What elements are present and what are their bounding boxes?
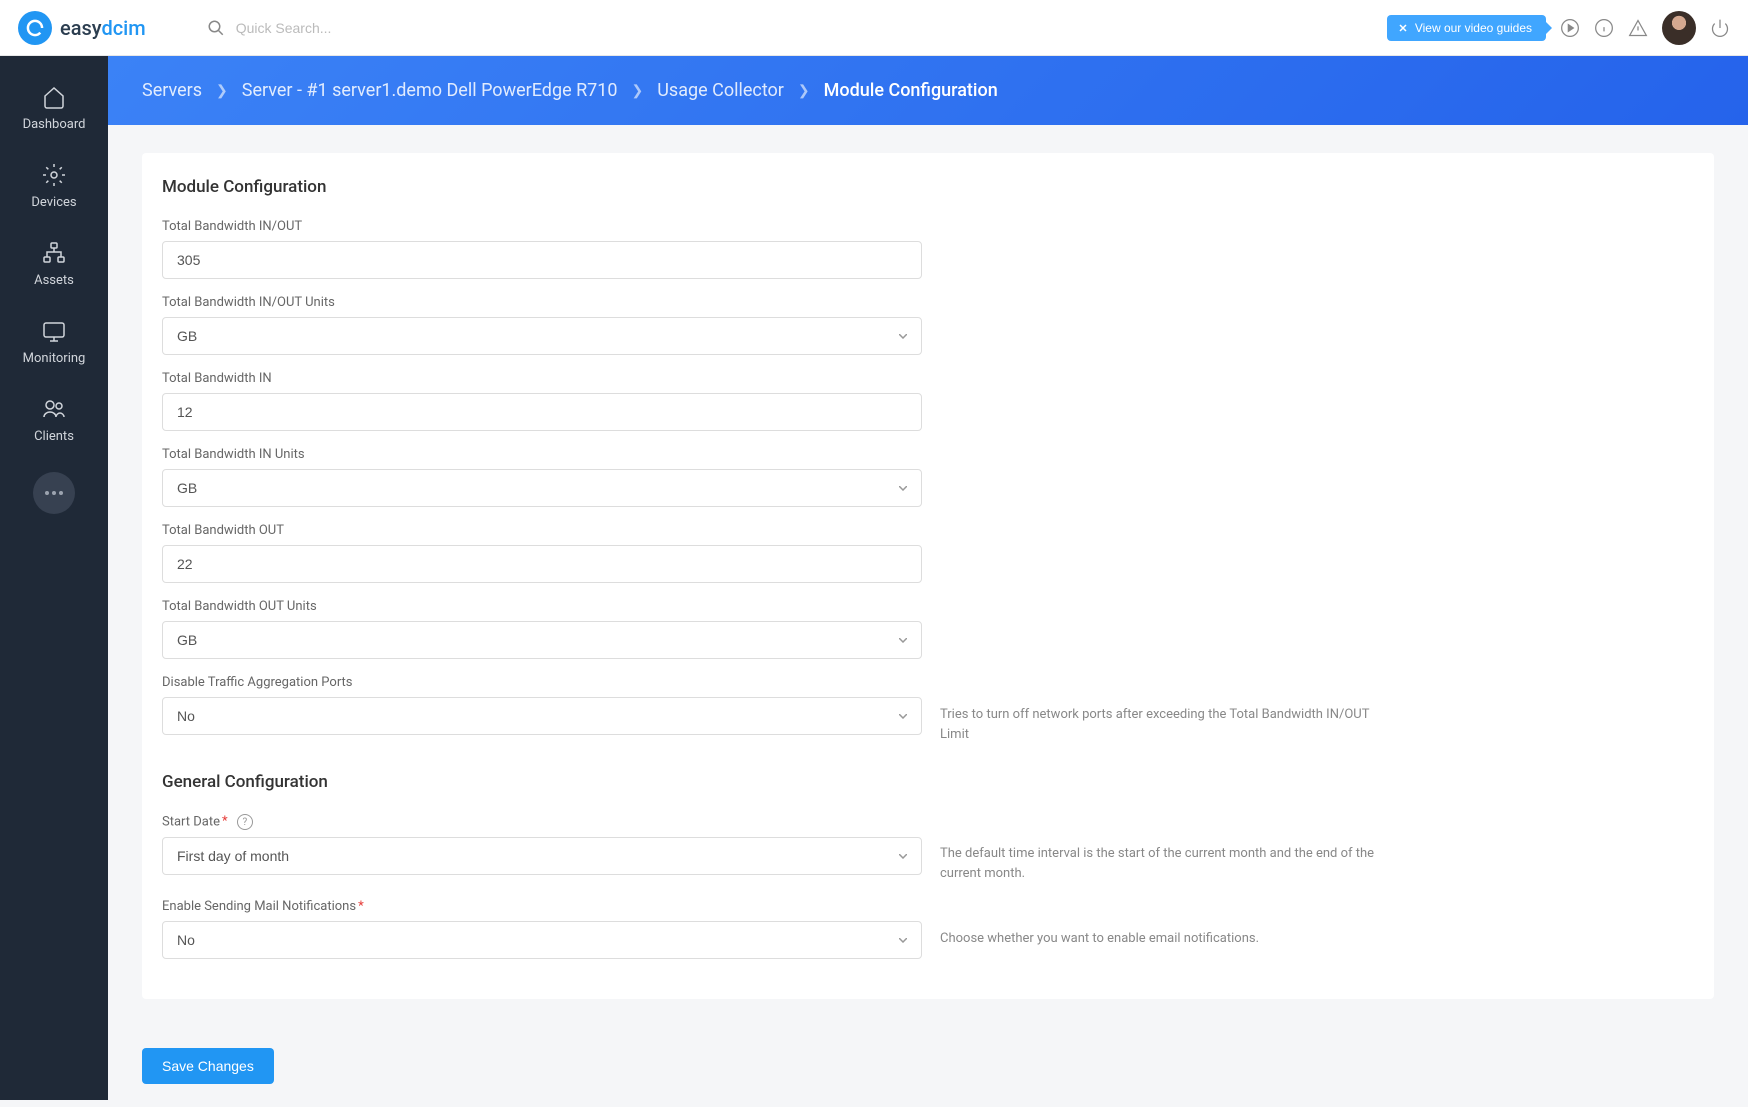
- chevron-right-icon: ❯: [798, 83, 810, 99]
- breadcrumb-item-current: Module Configuration: [824, 80, 998, 101]
- info-icon[interactable]: [1594, 18, 1614, 38]
- sidebar-item-assets[interactable]: Assets: [0, 230, 108, 298]
- breadcrumb: Servers ❯ Server - #1 server1.demo Dell …: [108, 56, 1748, 125]
- general-section-title: General Configuration: [162, 772, 1694, 792]
- sidebar-item-clients[interactable]: Clients: [0, 386, 108, 454]
- breadcrumb-item-server[interactable]: Server - #1 server1.demo Dell PowerEdge …: [242, 80, 618, 101]
- label-total-bw-inout-units: Total Bandwidth IN/OUT Units: [162, 295, 922, 310]
- sidebar-more-button[interactable]: [33, 472, 75, 514]
- label-total-bw-inout: Total Bandwidth IN/OUT: [162, 219, 922, 234]
- logo-text: easydcim: [60, 16, 146, 40]
- sidebar-item-label: Dashboard: [23, 117, 86, 132]
- search-icon[interactable]: [206, 18, 226, 38]
- label-total-bw-out: Total Bandwidth OUT: [162, 523, 922, 538]
- select-disable-traffic-agg[interactable]: No: [162, 697, 922, 735]
- label-disable-traffic-agg: Disable Traffic Aggregation Ports: [162, 675, 922, 690]
- label-total-bw-out-units: Total Bandwidth OUT Units: [162, 599, 922, 614]
- save-button[interactable]: Save Changes: [142, 1048, 274, 1084]
- select-total-bw-in-units[interactable]: GB: [162, 469, 922, 507]
- header-right: View our video guides: [1387, 11, 1730, 45]
- sidebar-item-label: Clients: [34, 429, 74, 444]
- input-total-bw-out[interactable]: [162, 545, 922, 583]
- search-input[interactable]: [236, 20, 486, 36]
- select-enable-mail[interactable]: No: [162, 921, 922, 959]
- logo-icon: [18, 11, 52, 45]
- main: Servers ❯ Server - #1 server1.demo Dell …: [108, 56, 1748, 1107]
- breadcrumb-item-servers[interactable]: Servers: [142, 80, 202, 101]
- help-icon[interactable]: ?: [237, 814, 253, 830]
- home-icon: [41, 84, 67, 110]
- hint-start-date: The default time interval is the start o…: [940, 814, 1380, 883]
- input-total-bw-in[interactable]: [162, 393, 922, 431]
- label-total-bw-in-units: Total Bandwidth IN Units: [162, 447, 922, 462]
- chevron-right-icon: ❯: [216, 83, 228, 99]
- hint-enable-mail: Choose whether you want to enable email …: [940, 899, 1380, 949]
- breadcrumb-item-collector[interactable]: Usage Collector: [657, 80, 784, 101]
- sidebar-item-label: Monitoring: [23, 351, 86, 366]
- label-start-date: Start Date* ?: [162, 814, 922, 830]
- input-total-bw-inout[interactable]: [162, 241, 922, 279]
- header: easydcim View our video guides: [0, 0, 1748, 56]
- chevron-right-icon: ❯: [632, 83, 644, 99]
- select-total-bw-inout-units[interactable]: GB: [162, 317, 922, 355]
- search-wrap: [206, 18, 486, 38]
- sidebar-item-devices[interactable]: Devices: [0, 152, 108, 220]
- warning-icon[interactable]: [1628, 18, 1648, 38]
- select-start-date[interactable]: First day of month: [162, 837, 922, 875]
- gear-icon: [41, 162, 67, 188]
- logo[interactable]: easydcim: [18, 11, 146, 45]
- label-enable-mail: Enable Sending Mail Notifications*: [162, 899, 922, 914]
- sidebar-item-monitoring[interactable]: Monitoring: [0, 308, 108, 376]
- sidebar-item-label: Devices: [31, 195, 76, 210]
- sidebar-item-dashboard[interactable]: Dashboard: [0, 74, 108, 142]
- config-card: Module Configuration Total Bandwidth IN/…: [142, 153, 1714, 999]
- hint-disable-traffic-agg: Tries to turn off network ports after ex…: [940, 675, 1380, 744]
- footer-actions: Save Changes: [108, 1032, 1748, 1100]
- play-icon[interactable]: [1560, 18, 1580, 38]
- video-guides-label: View our video guides: [1415, 21, 1532, 35]
- sidebar: Dashboard Devices Assets Monitoring Clie…: [0, 56, 108, 1100]
- content: Module Configuration Total Bandwidth IN/…: [108, 125, 1748, 1027]
- network-icon: [41, 240, 67, 266]
- select-total-bw-out-units[interactable]: GB: [162, 621, 922, 659]
- label-total-bw-in: Total Bandwidth IN: [162, 371, 922, 386]
- video-guides-button[interactable]: View our video guides: [1387, 15, 1546, 41]
- monitor-icon: [41, 318, 67, 344]
- power-icon[interactable]: [1710, 18, 1730, 38]
- users-icon: [41, 396, 67, 422]
- avatar[interactable]: [1662, 11, 1696, 45]
- module-section-title: Module Configuration: [162, 177, 1694, 197]
- sidebar-item-label: Assets: [34, 273, 74, 288]
